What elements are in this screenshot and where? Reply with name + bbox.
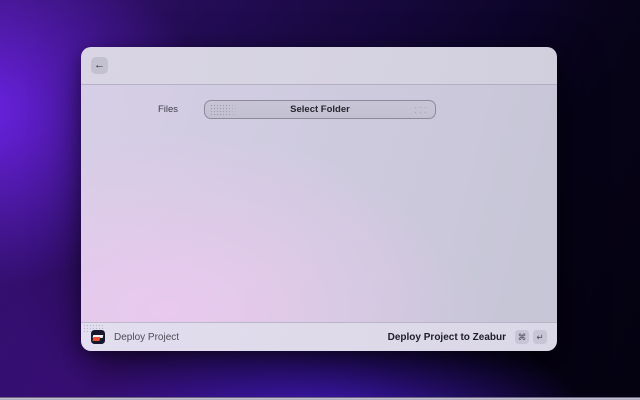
window-header: ← — [81, 47, 557, 85]
action-bar: Deploy Project Deploy Project to Zeabur … — [81, 322, 557, 351]
select-folder-label: Select Folder — [290, 104, 350, 115]
deploy-action-label: Deploy Project to Zeabur — [388, 332, 506, 343]
return-key-icon: ↵ — [533, 330, 547, 344]
back-button[interactable]: ← — [91, 57, 108, 74]
command-key-icon: ⌘ — [515, 330, 529, 344]
command-title: Deploy Project — [114, 332, 179, 343]
select-folder-button[interactable]: Select Folder — [204, 100, 436, 119]
back-arrow-icon: ← — [94, 60, 105, 71]
form-content: Files Select Folder — [81, 85, 557, 322]
raycast-window: ← Files Select Folder Deploy Project — [81, 47, 557, 351]
zeabur-logo-icon — [91, 330, 105, 344]
deploy-action-button[interactable]: Deploy Project to Zeabur ⌘ ↵ — [388, 330, 547, 344]
stipple-texture — [210, 104, 239, 116]
files-form-row: Files Select Folder — [81, 85, 557, 119]
dots-texture — [413, 105, 428, 116]
files-label: Files — [81, 104, 178, 115]
